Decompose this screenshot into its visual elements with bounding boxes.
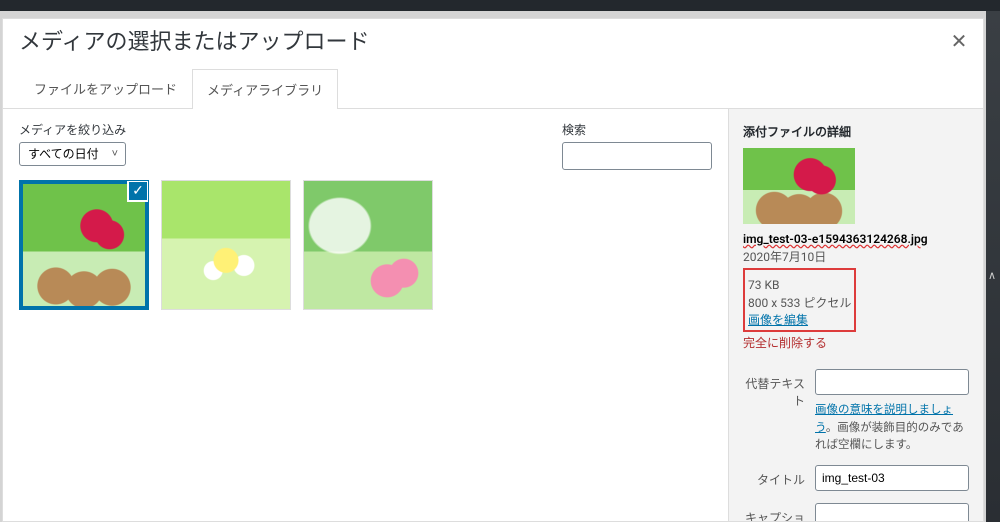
filename: img_test-03-e1594363124268.jpg: [743, 232, 928, 246]
tabs: ファイルをアップロード メディアライブラリ: [3, 68, 983, 109]
alt-text-label: 代替テキスト: [743, 369, 815, 409]
upload-date: 2020年7月10日: [743, 248, 969, 266]
caption-label: キャプション: [743, 503, 815, 521]
details-sidebar: 添付ファイルの詳細 img_test-03-e1594363124268.jpg…: [728, 109, 983, 521]
close-button[interactable]: ✕: [945, 27, 973, 55]
tab-library[interactable]: メディアライブラリ: [192, 69, 338, 109]
search-input[interactable]: [562, 142, 712, 170]
thumbnail-item[interactable]: ✓: [19, 180, 149, 310]
attachment-fields: 代替テキスト 画像の意味を説明しましょう。画像が装飾目的のみであれば空欄にします…: [743, 369, 969, 521]
alt-help-tail: 。画像が装飾目的のみであれば空欄にします。: [815, 420, 964, 451]
details-thumbnail-image: [743, 148, 855, 224]
filesize: 73 KB: [748, 278, 779, 292]
search-label: 検索: [562, 121, 712, 138]
tab-upload[interactable]: ファイルをアップロード: [19, 68, 192, 108]
delete-permanently-link[interactable]: 完全に削除する: [743, 334, 827, 351]
thumbnail-item[interactable]: [161, 180, 291, 310]
details-thumbnail: [743, 148, 855, 224]
thumbnail-image: [304, 181, 432, 309]
right-meta-strip: ∧: [986, 11, 1000, 522]
close-icon: ✕: [951, 31, 968, 53]
modal-header: メディアの選択またはアップロード ✕: [3, 19, 983, 58]
check-icon[interactable]: ✓: [127, 180, 149, 202]
thumbnail-grid: ✓: [19, 180, 712, 310]
field-row-alt: 代替テキスト 画像の意味を説明しましょう。画像が装飾目的のみであれば空欄にします…: [743, 369, 969, 453]
filter-label: メディアを絞り込み: [19, 121, 126, 138]
media-modal: メディアの選択またはアップロード ✕ ファイルをアップロード メディアライブラリ…: [2, 18, 984, 522]
highlight-box: 73 KB 800 x 533 ピクセル 画像を編集: [743, 268, 856, 333]
thumbnail-item[interactable]: [303, 180, 433, 310]
title-label: タイトル: [743, 465, 815, 488]
field-row-title: タイトル: [743, 465, 969, 491]
thumbnail-image: [162, 181, 290, 309]
caption-input[interactable]: [815, 503, 969, 521]
alt-text-input[interactable]: [815, 369, 969, 395]
date-filter-select[interactable]: すべての日付: [19, 142, 126, 166]
main-pane: メディアを絞り込み すべての日付 検索 ✓: [3, 109, 728, 521]
toolbar: メディアを絞り込み すべての日付 検索: [19, 121, 712, 170]
filter-group: メディアを絞り込み すべての日付: [19, 121, 126, 166]
modal-body: メディアを絞り込み すべての日付 検索 ✓: [3, 109, 983, 521]
title-input[interactable]: [815, 465, 969, 491]
modal-title: メディアの選択またはアップロード: [19, 29, 967, 58]
edit-image-link[interactable]: 画像を編集: [748, 313, 808, 327]
search-group: 検索: [562, 121, 712, 170]
dimensions: 800 x 533 ピクセル: [748, 296, 851, 310]
alt-help-text: 画像の意味を説明しましょう。画像が装飾目的のみであれば空欄にします。: [815, 401, 969, 453]
admin-bar: [0, 0, 1000, 11]
details-heading: 添付ファイルの詳細: [743, 123, 969, 140]
field-row-caption: キャプション: [743, 503, 969, 521]
chevron-up-icon: ∧: [988, 269, 996, 282]
